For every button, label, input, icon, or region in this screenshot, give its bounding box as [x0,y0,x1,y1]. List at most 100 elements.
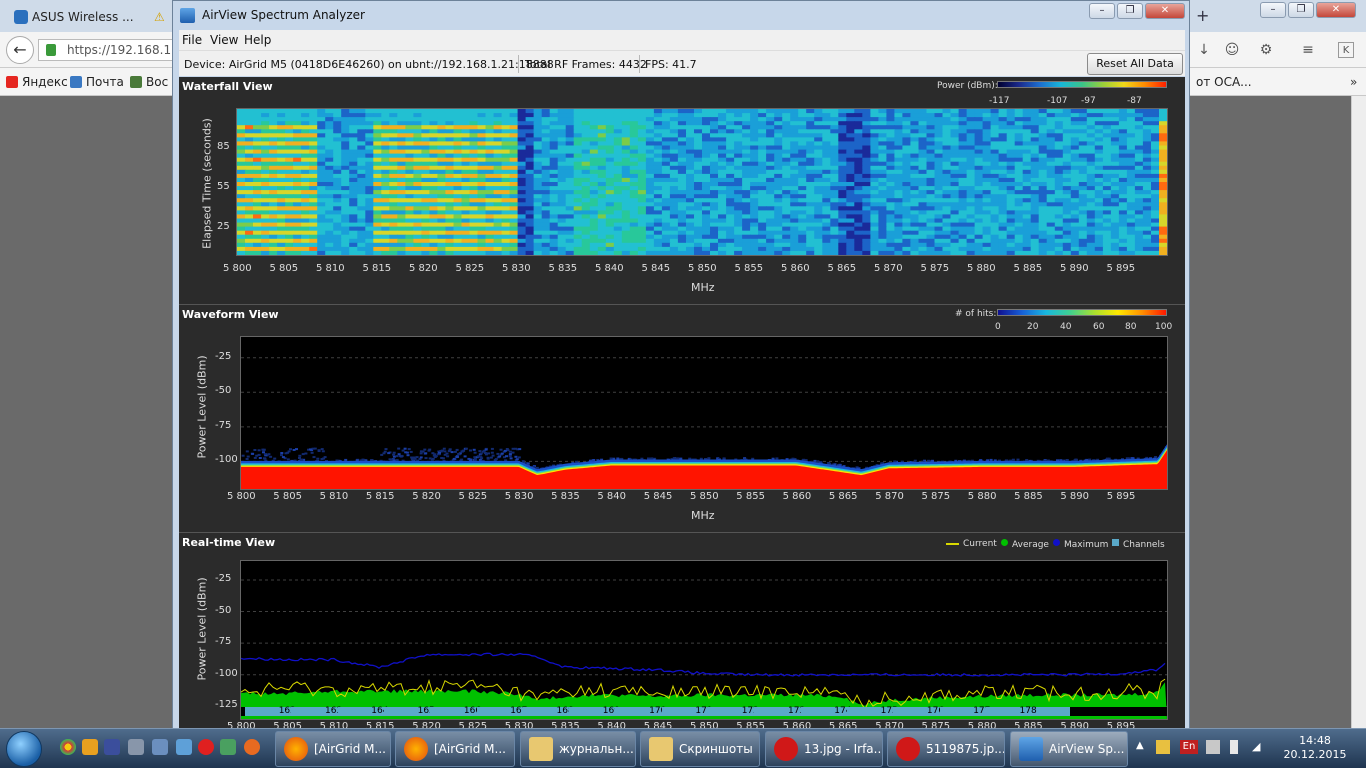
waterfall-cell [477,157,487,163]
waterfall-cell [669,173,679,179]
waterfall-cell [1134,182,1144,187]
bookmarks-more-icon[interactable]: » [1350,75,1357,89]
maximize-button[interactable]: ❐ [1117,3,1143,19]
waterfall-cell [253,137,262,142]
bookmark-mail[interactable]: Почта [70,75,124,89]
window-titlebar[interactable]: AirView Spectrum Analyzer – ❐ ✕ [173,1,1189,29]
waterfall-cell [902,129,911,134]
browser-tab-asus[interactable]: ASUS Wireless ... [6,3,146,31]
waterfall-cell [1022,177,1032,183]
waterfall-cell [966,125,976,130]
waterfall-cell [982,210,992,215]
waterfall-cell [1142,226,1152,232]
waterfall-cell [245,202,254,207]
browser-tab-warning[interactable]: ⚠ [150,3,170,31]
bookmark-vos[interactable]: Вос [130,75,168,89]
profile-icon[interactable]: K [1338,42,1354,58]
smile-icon[interactable]: ☺ [1224,42,1240,58]
browser-scrollbar[interactable] [1351,96,1366,728]
waterfall-cell [525,206,535,211]
waterfall-cell [677,242,687,248]
waterfall-cell [597,129,607,134]
waterfall-cell [726,113,735,118]
waterfall-cell [533,137,543,142]
waterfall-cell [493,129,503,134]
waterfall-cell [774,238,783,244]
waterfall-cell [1110,141,1120,146]
waterfall-cell [702,117,711,122]
waterfall-cell [437,121,446,126]
waterfall-cell [637,173,647,179]
waterfall-cell [878,121,887,126]
new-tab-button[interactable]: + [1196,6,1209,25]
waterfall-cell [1151,226,1160,232]
bookmark-osa[interactable]: от ОСА... [1196,75,1252,89]
waterfall-cell [1126,250,1136,255]
download-icon[interactable]: ↓ [1196,42,1212,58]
back-button[interactable]: ← [6,36,34,64]
bookmark-yandex[interactable]: Яндекс [6,75,68,89]
waterfall-cell [341,161,350,167]
x-tick: 5 835 [548,263,578,274]
waterfall-cell [597,137,607,142]
waterfall-cell [541,137,551,142]
waterfall-cell [357,133,366,138]
browser-minimize-button[interactable]: – [1260,2,1286,18]
waterfall-cell [1110,246,1120,252]
waterfall-cell [405,218,414,223]
waterfall-cell [1078,157,1088,163]
waterfall-cell [541,133,551,138]
x-tick: 5 870 [874,263,903,274]
waterfall-cell [285,137,294,142]
waterfall-cell [1054,145,1064,150]
waterfall-cell [605,214,615,219]
waterfall-cell [878,198,887,203]
waterfall-cell [1014,202,1024,207]
waterfall-cell [645,125,655,130]
waterfall-cell [645,121,655,126]
waterfall-cell [750,222,759,228]
close-button[interactable]: ✕ [1145,3,1185,19]
waterfall-cell [277,230,286,236]
waterfall-cell [1070,161,1080,167]
waterfall-cell [1062,186,1072,191]
waterfall-cell [333,238,342,244]
gear-icon[interactable]: ⚙ [1258,42,1274,58]
browser-maximize-button[interactable]: ❐ [1288,2,1314,18]
reset-all-data-button[interactable]: Reset All Data [1087,53,1183,75]
address-bar[interactable]: https://192.168.1.21 [38,39,178,61]
menu-view[interactable]: View [210,33,238,47]
waterfall-cell [373,242,382,248]
waterfall-cell [934,157,944,163]
waterfall-cell [710,234,719,240]
waterfall-cell [798,141,807,146]
waterfall-cell [565,149,575,155]
waterfall-cell [934,242,944,248]
waterfall-cell [1126,117,1136,122]
waterfall-cell [581,182,591,187]
waterfall-plot[interactable] [236,108,1168,256]
browser-close-button[interactable]: ✕ [1316,2,1356,18]
minimize-button[interactable]: – [1089,3,1115,19]
x-tick: 5 850 [688,263,717,274]
waterfall-cell [1086,137,1096,142]
waterfall-cell [1038,177,1048,183]
waterfall-cell [862,218,871,223]
menu-icon[interactable]: ≡ [1300,42,1316,58]
waterfall-cell [629,173,639,179]
waterfall-cell [333,145,342,150]
menu-help[interactable]: Help [244,33,271,47]
waterfall-cell [573,129,583,134]
waterfall-cell [613,214,623,219]
waterfall-cell [1070,169,1080,175]
waterfall-cell [661,194,671,199]
waveform-plot[interactable] [240,336,1168,490]
waterfall-cell [910,145,919,150]
waterfall-cell [990,173,1000,179]
menu-file[interactable]: File [182,33,202,47]
waterfall-cell [1151,222,1160,228]
waterfall-cell [1006,157,1016,163]
waterfall-cell [702,149,711,155]
waterfall-cell [317,161,326,167]
waterfall-cell [525,238,535,244]
